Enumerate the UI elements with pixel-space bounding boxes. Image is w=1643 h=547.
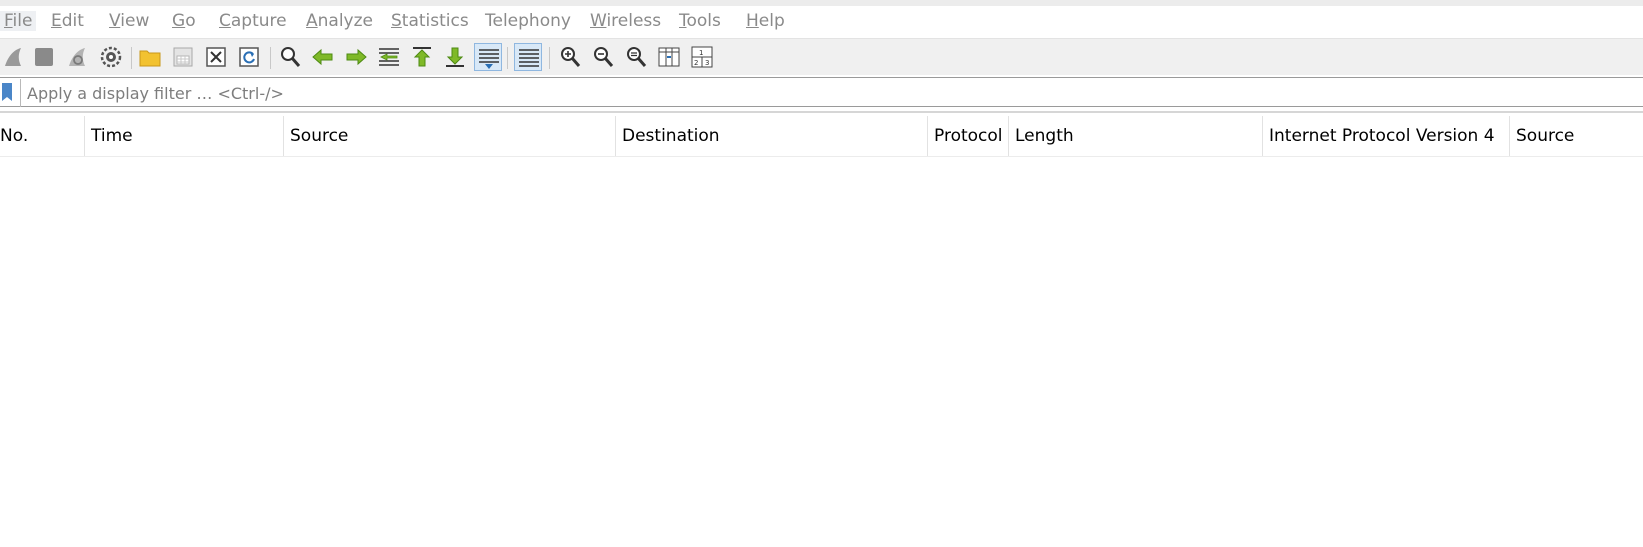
- svg-text:3: 3: [705, 59, 709, 67]
- go-forward-arrow-icon: [346, 48, 367, 66]
- autoscroll-button[interactable]: [474, 43, 502, 71]
- layout-panes-button[interactable]: 123: [688, 43, 716, 71]
- menu-statistics[interactable]: Statistics: [391, 11, 469, 31]
- resize-columns-button[interactable]: [655, 43, 683, 71]
- menu-view[interactable]: View: [109, 11, 149, 31]
- go-back-button[interactable]: [309, 43, 337, 71]
- zoom-out-icon: [594, 47, 614, 67]
- go-last-packet-icon: [446, 47, 464, 67]
- start-capture-fin-icon: [5, 48, 21, 66]
- find-packet-icon: [281, 47, 301, 67]
- capture-options-gear-icon: [100, 46, 122, 68]
- zoom-in-button[interactable]: [556, 43, 584, 71]
- zoom-normal-icon: [627, 47, 647, 67]
- column-header-time[interactable]: Time: [85, 116, 284, 156]
- go-first-packet-button[interactable]: [408, 43, 436, 71]
- stop-capture-icon: [35, 48, 53, 66]
- zoom-in-icon: [561, 47, 581, 67]
- toolbar-separator: [507, 47, 508, 69]
- open-file-button[interactable]: [136, 43, 164, 71]
- menu-bar: File Edit View Go Capture Analyze Statis…: [0, 6, 1643, 38]
- go-to-packet-icon: [379, 48, 399, 66]
- display-filter-input[interactable]: [20, 79, 1643, 107]
- save-file-icon: [173, 47, 193, 67]
- filter-bookmark-icon[interactable]: [1, 83, 13, 102]
- column-header-length[interactable]: Length: [1009, 116, 1263, 156]
- resize-columns-icon: [658, 47, 680, 67]
- display-filter-bar: [0, 77, 1643, 107]
- go-back-arrow-icon: [312, 48, 333, 66]
- go-forward-button[interactable]: [342, 43, 370, 71]
- column-header-source[interactable]: Source: [284, 116, 616, 156]
- stop-capture-button[interactable]: [30, 43, 58, 71]
- save-file-button[interactable]: [169, 43, 197, 71]
- column-header-source-2[interactable]: Source: [1510, 116, 1643, 156]
- menu-capture[interactable]: Capture: [219, 11, 287, 31]
- restart-capture-fin-icon: [69, 48, 85, 66]
- menu-telephony[interactable]: Telephony: [485, 11, 571, 31]
- colorize-list-icon: [519, 49, 539, 67]
- main-toolbar: 123: [0, 38, 1643, 75]
- zoom-normal-button[interactable]: [622, 43, 650, 71]
- colorize-list-button[interactable]: [514, 43, 542, 71]
- column-header-protocol[interactable]: Protocol: [928, 116, 1009, 156]
- menu-tools[interactable]: Tools: [679, 11, 721, 31]
- column-header-destination[interactable]: Destination: [616, 116, 928, 156]
- zoom-out-button[interactable]: [589, 43, 617, 71]
- packet-list-body[interactable]: [0, 157, 1643, 547]
- capture-options-button[interactable]: [97, 43, 125, 71]
- autoscroll-icon: [479, 49, 499, 69]
- pane-divider: [0, 111, 1643, 113]
- reload-file-button[interactable]: [235, 43, 263, 71]
- column-header-no[interactable]: No.: [0, 116, 85, 156]
- go-first-packet-icon: [413, 47, 431, 67]
- start-capture-button[interactable]: [0, 43, 28, 71]
- close-file-icon: [206, 47, 226, 67]
- svg-text:2: 2: [694, 59, 698, 67]
- svg-text:1: 1: [699, 49, 703, 57]
- find-packet-button[interactable]: [276, 43, 304, 71]
- column-header-ipv4[interactable]: Internet Protocol Version 4: [1263, 116, 1510, 156]
- menu-help[interactable]: Help: [746, 11, 785, 31]
- menu-file[interactable]: File: [0, 11, 37, 31]
- menu-analyze[interactable]: Analyze: [306, 11, 373, 31]
- toolbar-separator: [270, 47, 271, 69]
- menu-go[interactable]: Go: [172, 11, 196, 31]
- open-folder-icon: [139, 50, 161, 67]
- menu-wireless[interactable]: Wireless: [590, 11, 661, 31]
- reload-file-icon: [239, 47, 259, 67]
- toolbar-separator: [131, 47, 132, 69]
- menu-edit[interactable]: Edit: [51, 11, 84, 31]
- layout-panes-icon: 12 3: [691, 46, 713, 68]
- restart-capture-button[interactable]: [64, 43, 92, 71]
- close-file-button[interactable]: [202, 43, 230, 71]
- toolbar-separator: [549, 47, 550, 69]
- go-to-packet-button[interactable]: [375, 43, 403, 71]
- packet-list-header: No. Time Source Destination Protocol Len…: [0, 116, 1643, 157]
- go-last-packet-button[interactable]: [441, 43, 469, 71]
